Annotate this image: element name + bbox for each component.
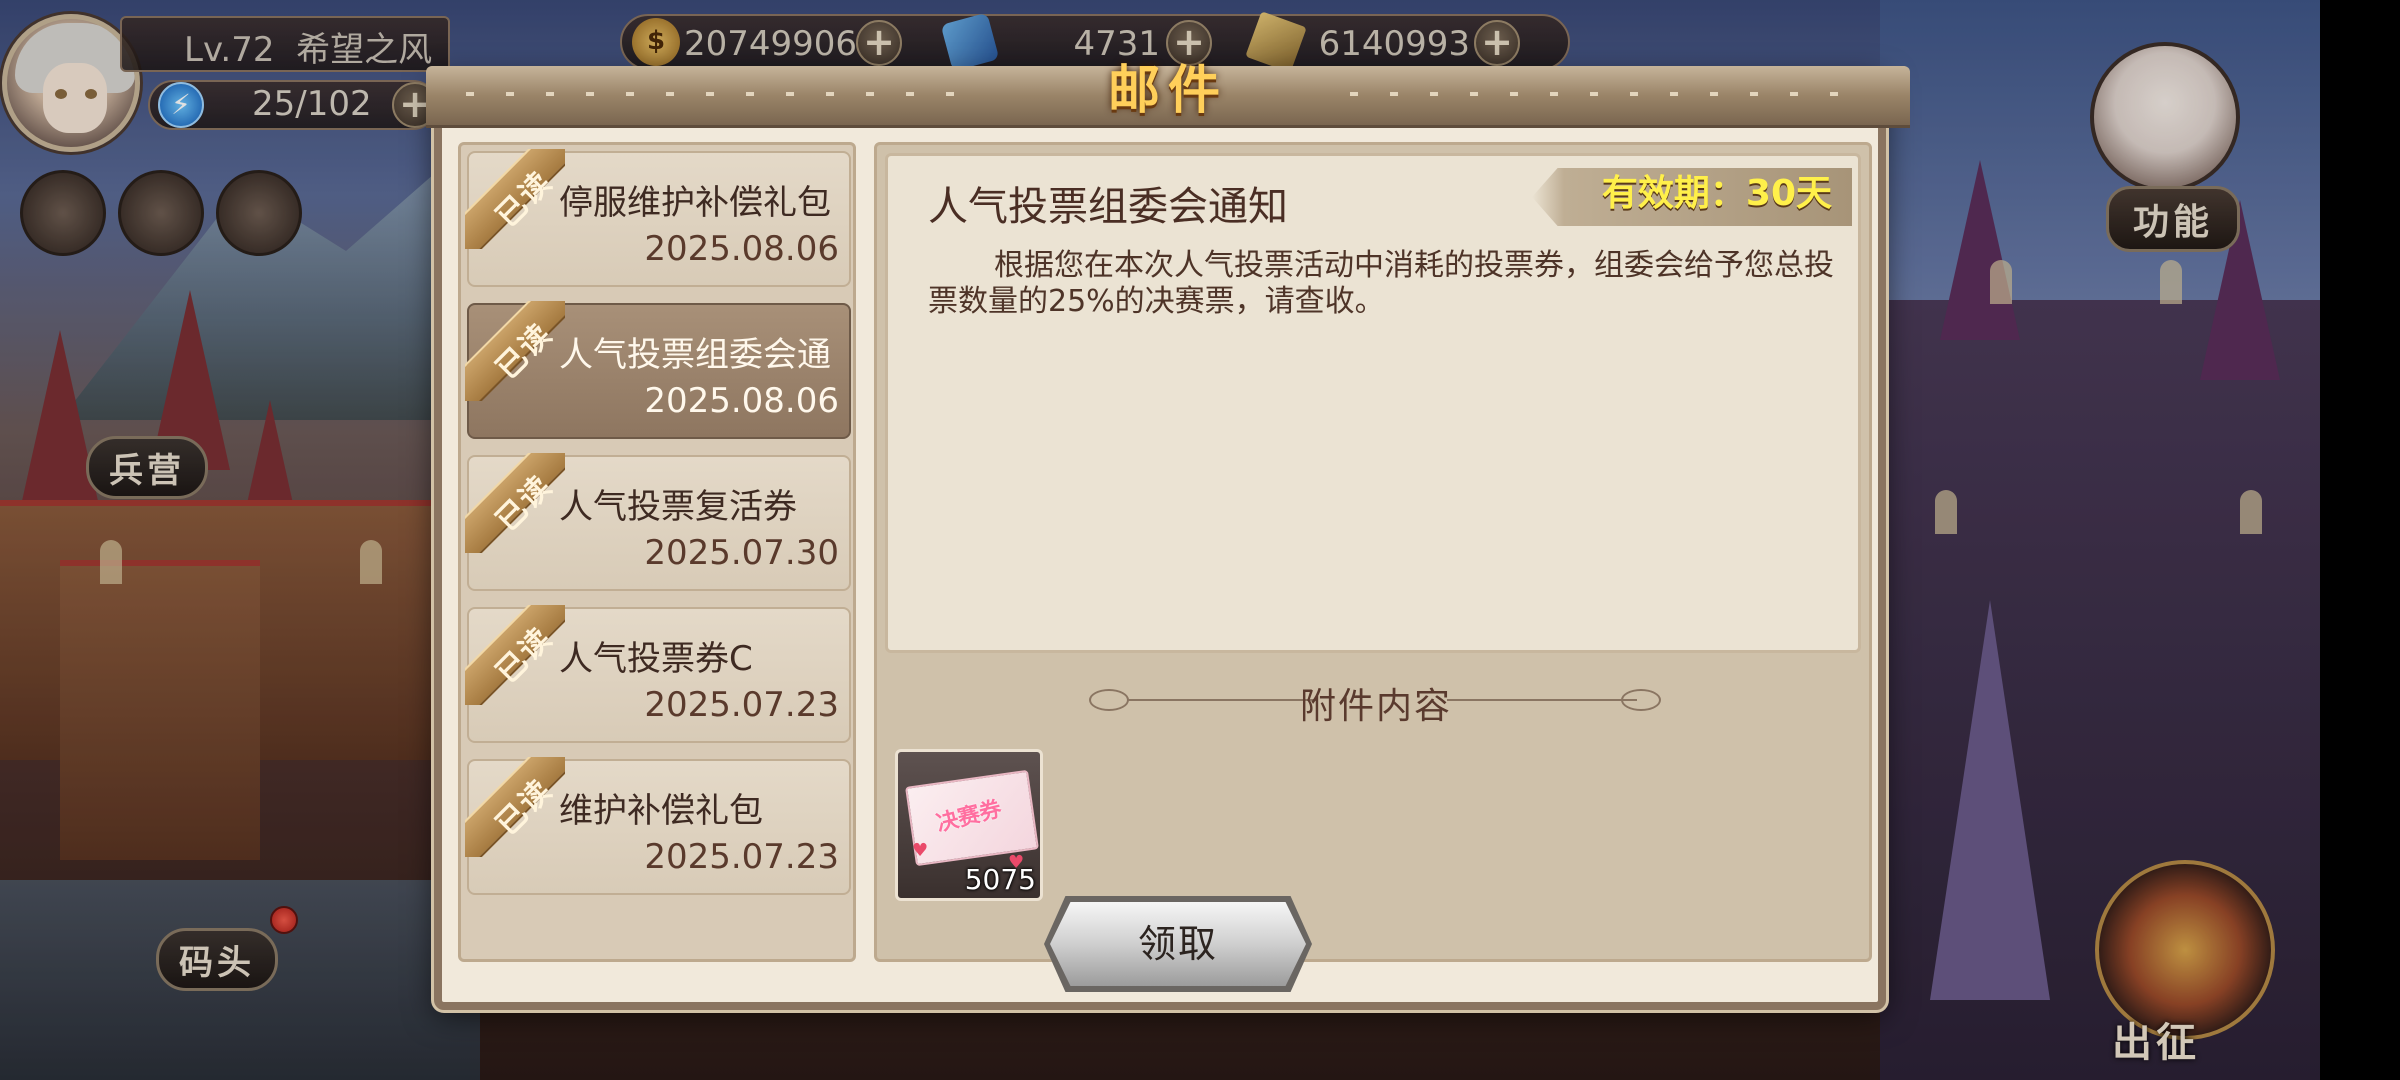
mail-list-item-selected[interactable]: 已读 人气投票组委会通 2025.08.06 (465, 301, 851, 439)
heart-icon: ♥ (912, 840, 929, 861)
claim-button[interactable]: 领取 (1050, 902, 1306, 986)
mail-item-date: 2025.07.23 (644, 837, 839, 877)
mail-content-panel: 人气投票组委会通知 有效期：30天 根据您在本次人气投票活动中消耗的投票券，组委… (874, 142, 1872, 962)
mail-item-date: 2025.08.06 (644, 381, 839, 421)
mail-list-item[interactable]: 已读 人气投票券C 2025.07.23 (465, 605, 851, 743)
mail-item-date: 2025.07.30 (644, 533, 839, 573)
mail-list-item[interactable]: 已读 维护补偿礼包 2025.07.23 (465, 757, 851, 895)
mail-item-title: 人气投票组委会通 (559, 335, 831, 375)
screen-edge-bar (2320, 0, 2400, 1080)
mail-item-date: 2025.08.06 (644, 229, 839, 269)
read-tag: 已读 (465, 757, 565, 857)
mail-item-title: 人气投票券C (559, 639, 753, 679)
read-tag: 已读 (465, 453, 565, 553)
read-tag: 已读 (465, 301, 565, 401)
read-tag: 已读 (465, 149, 565, 249)
mail-body-box: 人气投票组委会通知 有效期：30天 根据您在本次人气投票活动中消耗的投票券，组委… (885, 153, 1861, 653)
validity-text: 有效期：30天 (1601, 173, 1832, 214)
read-tag: 已读 (465, 605, 565, 705)
attachment-header: 附件内容 (877, 675, 1875, 727)
mail-title: 邮件 (1107, 61, 1228, 121)
mail-list-item[interactable]: 已读 停服维护补偿礼包 2025.08.06 (465, 149, 851, 287)
mail-subject: 人气投票组委会通知 (928, 184, 1288, 230)
mail-header: 邮件 (426, 61, 1910, 128)
mail-item-title: 停服维护补偿礼包 (559, 183, 831, 223)
attachment-header-label: 附件内容 (1299, 686, 1452, 727)
attachment-item[interactable]: 决赛券 ♥ ♥ 5075 (895, 749, 1043, 901)
mail-list-item[interactable]: 已读 人气投票复活券 2025.07.30 (465, 453, 851, 591)
attachment-count: 5075 (964, 863, 1036, 896)
mail-body-text: 根据您在本次人气投票活动中消耗的投票券，组委会给予您总投票数量的25%的决赛票，… (928, 248, 1834, 319)
mail-dialog: 邮件 已读 停服维护补偿礼包 2025.08.06 已读 人气投票组委会通 20… (426, 61, 1910, 1010)
mail-list[interactable]: 已读 停服维护补偿礼包 2025.08.06 已读 人气投票组委会通 2025.… (458, 142, 856, 962)
attachment-item-label: 决赛券 (934, 796, 1005, 837)
mail-item-title: 人气投票复活券 (559, 487, 797, 527)
mail-item-title: 维护补偿礼包 (559, 791, 763, 831)
mail-item-date: 2025.07.23 (644, 685, 839, 725)
